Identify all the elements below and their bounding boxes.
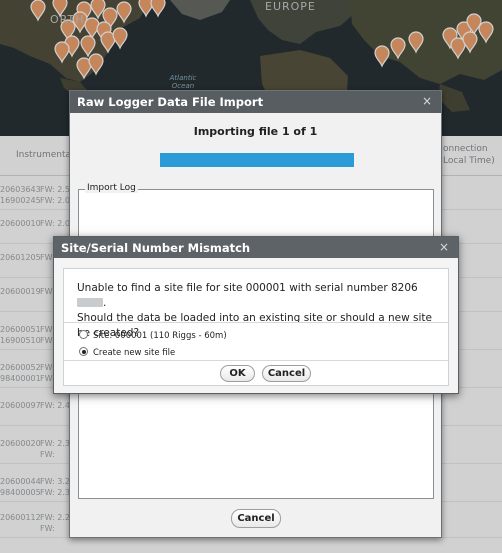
option-new-site[interactable]: Create new site file bbox=[79, 347, 175, 359]
mismatch-dialog-titlebar[interactable]: Site/Serial Number Mismatch × bbox=[54, 237, 458, 258]
cancel-button[interactable]: Cancel bbox=[262, 365, 311, 382]
option-existing-site-label: Site: 000001 (110 Riggs - 60m) bbox=[93, 331, 227, 341]
ok-button[interactable]: OK bbox=[220, 365, 255, 382]
close-icon[interactable]: × bbox=[437, 240, 451, 254]
site-serial-mismatch-dialog: Site/Serial Number Mismatch × Unable to … bbox=[53, 236, 459, 394]
mismatch-message-line1: Unable to find a site file for site 0000… bbox=[77, 282, 418, 294]
import-log-legend: Import Log bbox=[85, 183, 138, 193]
mismatch-dialog-title: Site/Serial Number Mismatch bbox=[61, 241, 251, 255]
option-new-site-label: Create new site file bbox=[93, 348, 176, 358]
import-progress-bar bbox=[160, 153, 354, 167]
import-dialog-title: Raw Logger Data File Import bbox=[77, 95, 264, 109]
divider bbox=[64, 360, 448, 361]
radio-new-site[interactable] bbox=[79, 347, 88, 356]
radio-existing-site[interactable] bbox=[79, 330, 88, 339]
mismatch-content: Unable to find a site file for site 0000… bbox=[63, 268, 449, 386]
redacted-serial bbox=[77, 298, 103, 307]
import-dialog-titlebar[interactable]: Raw Logger Data File Import × bbox=[70, 91, 441, 113]
option-existing-site[interactable]: Site: 000001 (110 Riggs - 60m) bbox=[79, 330, 227, 342]
import-cancel-button[interactable]: Cancel bbox=[231, 509, 281, 528]
import-progress-fill bbox=[160, 153, 354, 167]
divider bbox=[64, 322, 448, 323]
import-status-text: Importing file 1 of 1 bbox=[193, 125, 318, 138]
mismatch-message-line1-end: . bbox=[103, 297, 107, 309]
close-icon[interactable]: × bbox=[420, 94, 434, 108]
